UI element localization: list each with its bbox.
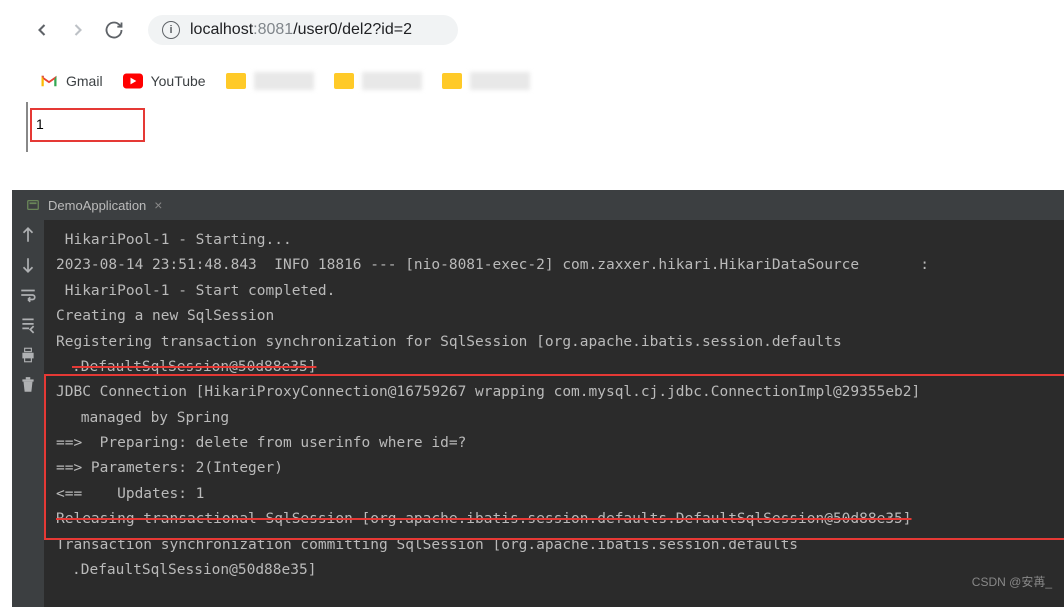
folder-blur (362, 72, 422, 90)
ide-body: HikariPool-1 - Starting... 2023-08-14 23… (12, 220, 1064, 607)
log-line: .DefaultSqlSession@50d88e35] (56, 355, 1052, 380)
arrow-down-icon[interactable] (19, 256, 37, 274)
url-host: localhost (190, 21, 253, 38)
folder-blur (254, 72, 314, 90)
ide-sidebar (12, 220, 44, 607)
bookmark-gmail[interactable]: Gmail (40, 73, 103, 89)
gmail-label: Gmail (66, 73, 103, 89)
url-text: localhost:8081/user0/del2?id=2 (190, 21, 412, 39)
log-line: managed by Spring (56, 406, 1052, 431)
back-button[interactable] (30, 18, 54, 42)
browser-area: i localhost:8081/user0/del2?id=2 Gmail Y… (0, 0, 1064, 148)
bookmark-folder-3[interactable] (442, 72, 530, 90)
arrow-up-icon[interactable] (19, 226, 37, 244)
page-content: 1 (0, 102, 1064, 148)
log-line: Creating a new SqlSession (56, 304, 1052, 329)
browser-toolbar: i localhost:8081/user0/del2?id=2 (0, 0, 1064, 60)
console-output[interactable]: HikariPool-1 - Starting... 2023-08-14 23… (44, 220, 1064, 607)
bookmarks-bar: Gmail YouTube (0, 60, 1064, 102)
log-line: ==> Preparing: delete from userinfo wher… (56, 431, 1052, 456)
address-bar[interactable]: i localhost:8081/user0/del2?id=2 (148, 15, 458, 45)
log-line: Releasing transactional SqlSession [org.… (56, 507, 1052, 532)
soft-wrap-icon[interactable] (19, 286, 37, 304)
log-line: <== Updates: 1 (56, 482, 1052, 507)
scroll-end-icon[interactable] (19, 316, 37, 334)
trash-icon[interactable] (19, 376, 37, 394)
folder-icon (442, 73, 462, 89)
site-info-icon[interactable]: i (162, 21, 180, 39)
ide-tab-demoapp[interactable]: DemoApplication × (16, 193, 172, 217)
folder-icon (226, 73, 246, 89)
log-line: JDBC Connection [HikariProxyConnection@1… (56, 380, 1052, 405)
response-result: 1 (30, 108, 145, 142)
url-port: :8081 (253, 21, 293, 38)
log-line: Registering transaction synchronization … (56, 330, 1052, 355)
gmail-icon (40, 74, 58, 88)
log-line: HikariPool-1 - Starting... (56, 228, 1052, 253)
tab-close[interactable]: × (154, 197, 162, 213)
tab-title: DemoApplication (48, 198, 146, 213)
bookmark-folder-2[interactable] (334, 72, 422, 90)
folder-blur (470, 72, 530, 90)
reload-button[interactable] (102, 18, 126, 42)
ide-tabs: DemoApplication × (12, 190, 1064, 220)
folder-icon (334, 73, 354, 89)
bookmark-folder-1[interactable] (226, 72, 314, 90)
log-line: .DefaultSqlSession@50d88e35] (56, 558, 1052, 583)
url-path: /user0/del2?id=2 (293, 21, 412, 38)
youtube-icon (123, 73, 143, 89)
log-line: Transaction synchronization committing S… (56, 533, 1052, 558)
print-icon[interactable] (19, 346, 37, 364)
run-config-icon (26, 198, 40, 212)
log-line: HikariPool-1 - Start completed. (56, 279, 1052, 304)
log-line: 2023-08-14 23:51:48.843 INFO 18816 --- [… (56, 253, 1052, 278)
watermark: CSDN @安苒_ (972, 572, 1052, 593)
ide-console-area: DemoApplication × HikariPool-1 - Startin… (12, 190, 1064, 607)
bookmark-youtube[interactable]: YouTube (123, 73, 206, 89)
cursor-line (26, 102, 28, 152)
youtube-label: YouTube (151, 73, 206, 89)
log-line: ==> Parameters: 2(Integer) (56, 456, 1052, 481)
forward-button[interactable] (66, 18, 90, 42)
